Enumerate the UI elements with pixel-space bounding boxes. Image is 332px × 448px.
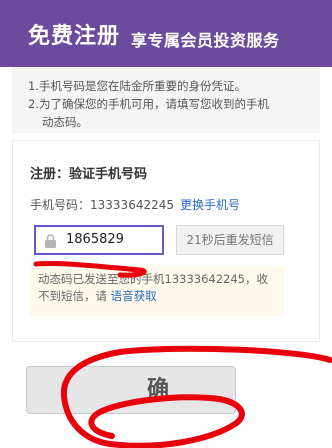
resend-sms-button[interactable]: 21秒后重发短信: [176, 225, 284, 255]
change-phone-link[interactable]: 更换手机号: [180, 198, 240, 212]
notice-panel: 1.手机号码是您在陆金所重要的身份凭证。 2.为了确保您的手机可用，请填写您收到…: [12, 67, 320, 133]
sms-sent-text-1: 动态码已发送至您的手机13333642245，收: [38, 272, 268, 286]
notice-line-3: 动态码。: [42, 115, 88, 129]
notice-line-2: 2.为了确保您的手机可用，请填写您收到的手机: [28, 97, 269, 111]
sms-code-value: 1865829: [66, 232, 124, 247]
sms-sent-text-2: 不到短信，请: [38, 289, 107, 303]
submit-button[interactable]: 确: [26, 366, 236, 414]
page-header: 免费注册 享专属会员投资服务: [0, 0, 332, 67]
voice-code-link[interactable]: 语音获取: [111, 289, 157, 303]
form-title: 注册：验证手机号码: [30, 167, 148, 182]
phone-number: 13333642245: [90, 198, 174, 212]
phone-label: 手机号码：: [30, 198, 91, 212]
sms-sent-notice: 动态码已发送至您的手机13333642245，收 不到短信，请 语音获取: [30, 266, 284, 316]
submit-button-label: 确: [147, 377, 170, 402]
sms-code-input[interactable]: 1865829: [34, 225, 164, 255]
phone-row: 手机号码：13333642245 更换手机号: [30, 196, 240, 213]
lock-icon: [44, 233, 57, 248]
notice-line-1: 1.手机号码是您在陆金所重要的身份凭证。: [28, 79, 246, 93]
page-title: 免费注册: [28, 24, 121, 49]
page-subtitle: 享专属会员投资服务: [131, 31, 280, 50]
sms-sent-text-2-row: 不到短信，请 语音获取: [38, 288, 276, 305]
